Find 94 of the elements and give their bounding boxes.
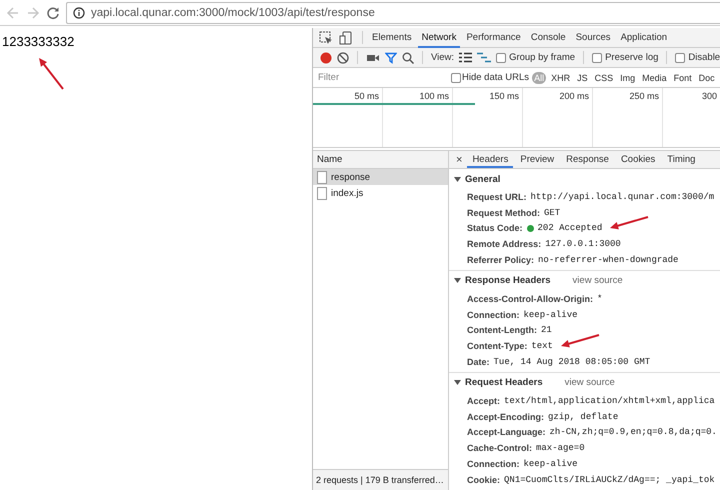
panel-tab[interactable]: Performance <box>462 28 525 48</box>
page-text: 1233333332 <box>2 34 74 49</box>
request-name: response <box>331 172 370 182</box>
checkbox-label: Group by frame <box>509 52 576 63</box>
detail-tab[interactable]: Cookies <box>616 152 660 168</box>
triangle-icon[interactable] <box>454 277 461 284</box>
tick-label: 200 ms <box>559 91 589 101</box>
panel-tab[interactable]: Sources <box>572 28 615 48</box>
header-value: max-age=0 <box>536 443 585 454</box>
panel-tab[interactable]: Elements <box>368 28 416 48</box>
header-value: keep-alive <box>524 459 578 470</box>
tick-label: 250 ms <box>629 91 659 101</box>
header-value: 127.0.0.1:3000 <box>545 239 621 250</box>
header-value: gzip, deflate <box>548 412 618 422</box>
header-value: 202 Accepted <box>538 223 602 234</box>
header-name: Cookie: <box>467 474 500 485</box>
triangle-icon[interactable] <box>454 176 461 182</box>
tick-label: 50 ms <box>354 91 379 101</box>
header-value: no-referrer-when-downgrade <box>538 255 678 266</box>
header-value: text/html,application/xhtml+xml,applica <box>504 396 715 406</box>
record-icon[interactable] <box>320 52 332 64</box>
header-name: Date: <box>467 357 490 368</box>
checkbox-label: Preserve log <box>605 52 658 63</box>
search-icon[interactable] <box>402 52 414 64</box>
type-filter[interactable]: XHR <box>549 72 572 84</box>
header-name: Accept-Encoding: <box>467 412 544 422</box>
inspect-cursor-icon[interactable] <box>319 30 333 44</box>
header-value: http://yapi.local.qunar.com:3000/m <box>530 192 714 202</box>
header-value: text <box>531 341 553 352</box>
header-name: Cache-Control: <box>467 443 532 454</box>
detail-tab[interactable]: Timing <box>662 152 700 168</box>
header-name: Remote Address: <box>467 239 542 250</box>
tick-label: 100 ms <box>419 91 449 101</box>
view-source-link[interactable]: view source <box>572 275 623 286</box>
header-value: zh-CN,zh;q=0.9,en;q=0.8,da;q=0. <box>550 427 717 438</box>
request-name: index.js <box>331 188 364 198</box>
url-text: yapi.local.qunar.com:3000/mock/1003/api/test/response <box>91 6 375 18</box>
checkbox-label: Hide data URLs <box>462 72 530 83</box>
clear-icon[interactable] <box>337 52 349 64</box>
header-name: Accept: <box>467 396 500 406</box>
address-bar[interactable]: yapi.local.qunar.com:3000/mock/1003/api/test/response <box>66 2 720 24</box>
header-name: Connection: <box>467 310 520 320</box>
header-name: Access-Control-Allow-Origin: <box>467 294 594 304</box>
header-value: GET <box>544 208 560 218</box>
triangle-icon[interactable] <box>454 379 461 386</box>
view-label: View: <box>431 52 454 63</box>
header-value: Tue, 14 Aug 2018 08:05:00 GMT <box>494 357 650 368</box>
header-name: Accept-Language: <box>467 427 546 438</box>
panel-tab[interactable]: Console <box>526 28 570 48</box>
header-name: Content-Length: <box>467 325 537 336</box>
close-button[interactable]: × <box>453 154 466 166</box>
view-source-link[interactable]: view source <box>564 377 615 388</box>
header-name: Request Method: <box>467 208 540 218</box>
detail-tab[interactable]: Headers <box>467 152 514 168</box>
column-header: Name <box>313 151 448 169</box>
request-row[interactable]: response <box>313 169 448 185</box>
header-name: Request URL: <box>467 192 527 202</box>
header-value: QN1=CuomClts/IRLiAUCkZ/dAg==; _yapi_tok <box>504 474 715 485</box>
panel-tab[interactable]: Application <box>616 28 672 48</box>
waterfall-view-icon[interactable] <box>477 52 492 63</box>
type-filter[interactable]: CSS <box>592 72 616 84</box>
section-title[interactable]: Response Headers <box>465 275 551 286</box>
header-value: * <box>597 294 602 304</box>
filter-icon[interactable] <box>385 52 397 64</box>
header-value: keep-alive <box>524 310 578 320</box>
file-icon <box>317 186 327 200</box>
type-filter[interactable]: Doc <box>696 72 717 84</box>
detail-tab[interactable]: Response <box>561 152 614 168</box>
header-name: Connection: <box>467 459 520 470</box>
type-filter[interactable]: Img <box>618 72 638 84</box>
file-icon <box>317 170 327 184</box>
checkbox[interactable] <box>675 52 686 62</box>
tick-label: 300 <box>702 91 717 101</box>
header-name: Referrer Policy: <box>467 255 534 266</box>
checkbox[interactable] <box>496 52 506 62</box>
type-filter[interactable]: Media <box>640 72 669 84</box>
info-icon <box>73 6 85 18</box>
checkbox-label: Disable <box>688 52 720 63</box>
section-title[interactable]: General <box>465 174 500 184</box>
tick-label: 150 ms <box>489 91 519 101</box>
type-filter[interactable]: Font <box>672 72 694 84</box>
status-bar: 2 requests | 179 B transferred… <box>313 469 448 490</box>
section-title[interactable]: Request Headers <box>465 377 543 388</box>
reload-icon[interactable] <box>46 6 60 20</box>
list-view-icon[interactable] <box>459 52 472 63</box>
detail-tab[interactable]: Preview <box>515 152 560 168</box>
checkbox[interactable] <box>451 72 461 82</box>
type-filter[interactable]: JS <box>575 72 590 84</box>
checkbox[interactable] <box>592 52 602 62</box>
header-value: 21 <box>540 325 552 336</box>
header-name: Content-Type: <box>467 341 528 352</box>
header-name: Status Code: <box>467 223 523 234</box>
request-row[interactable]: index.js <box>313 185 448 201</box>
device-toolbar-icon[interactable] <box>339 30 353 44</box>
